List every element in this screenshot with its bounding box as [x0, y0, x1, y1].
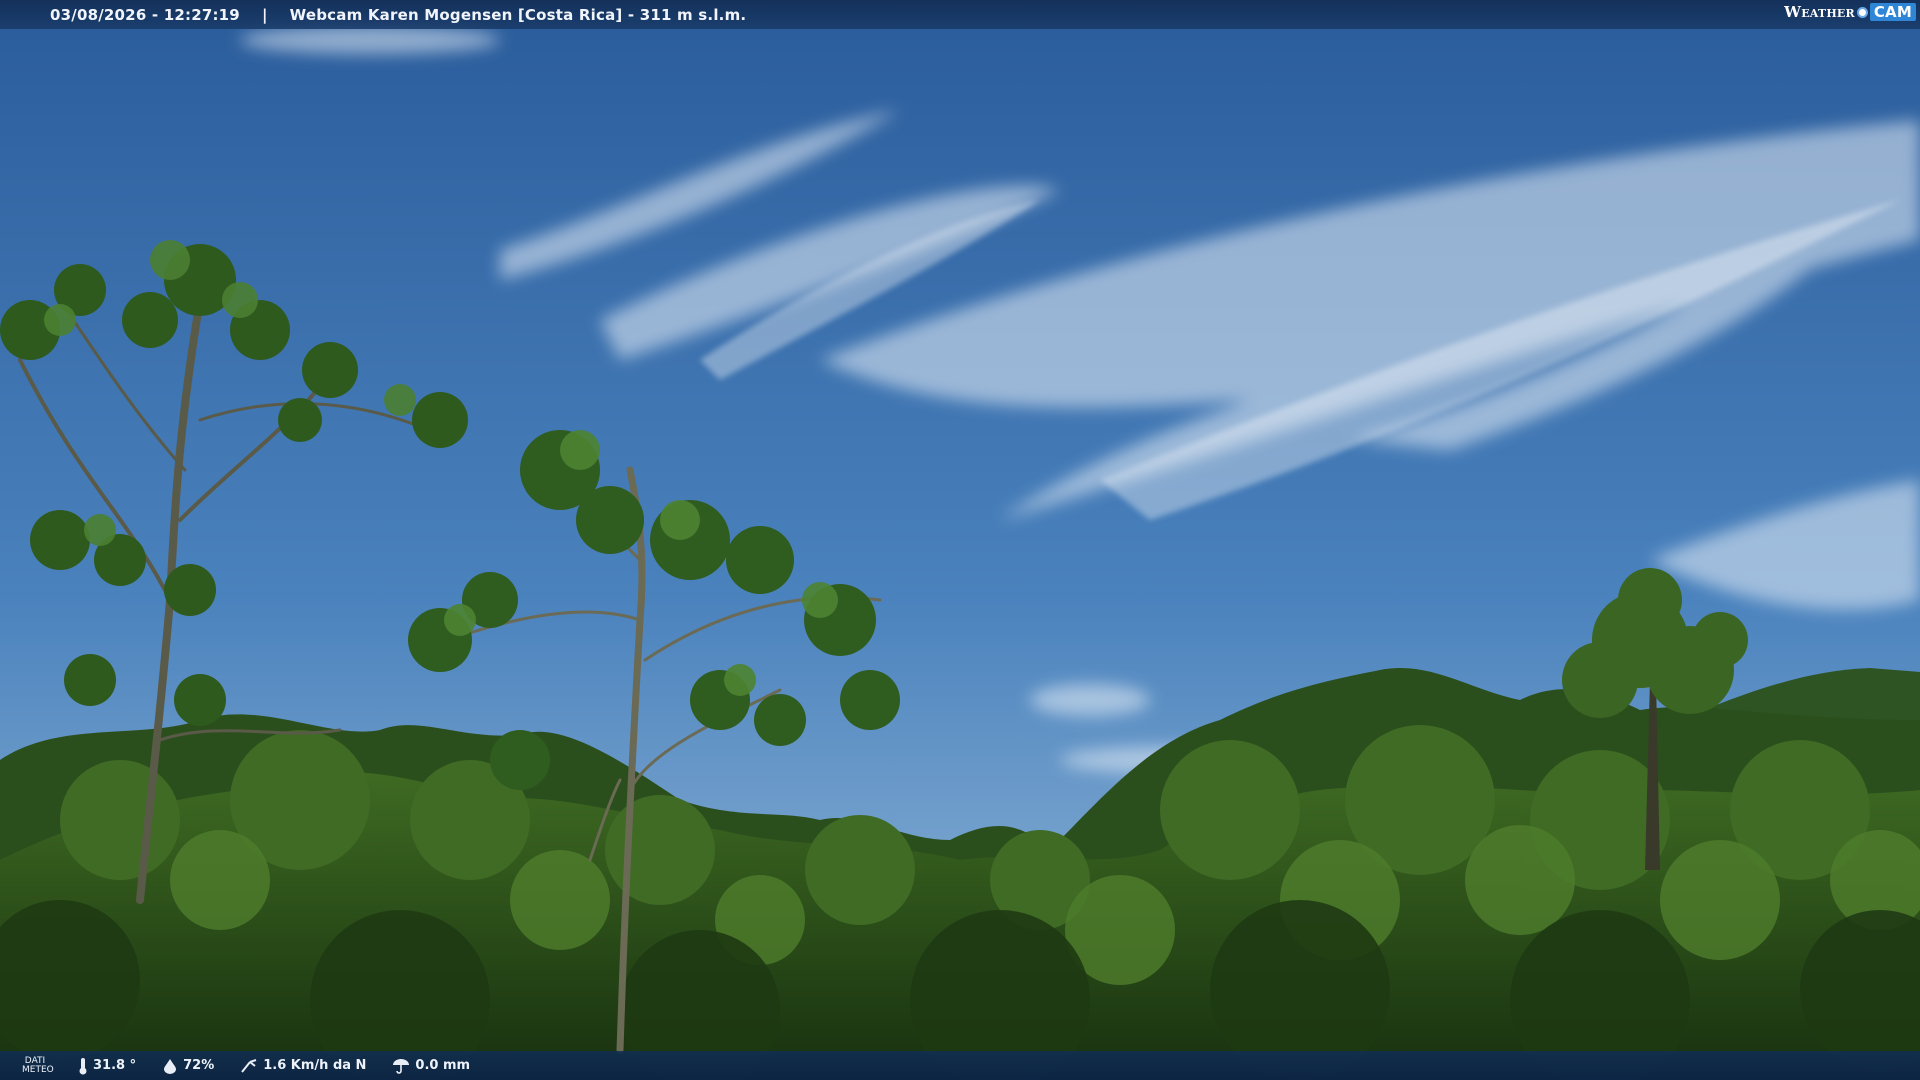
webcam-image	[0, 0, 1920, 1080]
weathercam-logo: Weather CAM	[1784, 3, 1916, 21]
datetime: 03/08/2026 - 12:27:19	[50, 5, 240, 24]
temperature-value: 31.8 °	[93, 1058, 137, 1073]
logo-dot-icon	[1856, 6, 1868, 18]
separator: |	[261, 5, 268, 24]
thermometer-icon	[79, 1057, 87, 1074]
wind-value: 1.6 Km/h da N	[263, 1058, 367, 1073]
top-info-bar: 03/08/2026 - 12:27:19 | Webcam Karen Mog…	[0, 0, 1920, 29]
webcam-title: Webcam Karen Mogensen [Costa Rica] - 311…	[289, 5, 747, 24]
rain-icon	[393, 1058, 410, 1074]
logo-cam: CAM	[1869, 3, 1916, 21]
wind-reading: 1.6 Km/h da N	[240, 1058, 366, 1074]
humidity-icon	[164, 1058, 177, 1074]
wind-icon	[241, 1058, 257, 1073]
bottom-weather-bar: DATI METEO 31.8 ° 72% 1.6 Km/h da N 0.0 …	[0, 1051, 1920, 1080]
rain-value: 0.0 mm	[415, 1058, 471, 1073]
temperature-reading: 31.8 °	[78, 1057, 136, 1075]
rain-reading: 0.0 mm	[392, 1058, 470, 1074]
humidity-reading: 72%	[162, 1058, 214, 1074]
logo-word: Weather	[1784, 3, 1855, 21]
humidity-value: 72%	[183, 1058, 215, 1073]
dati-meteo-label: DATI METEO	[22, 1055, 54, 1075]
